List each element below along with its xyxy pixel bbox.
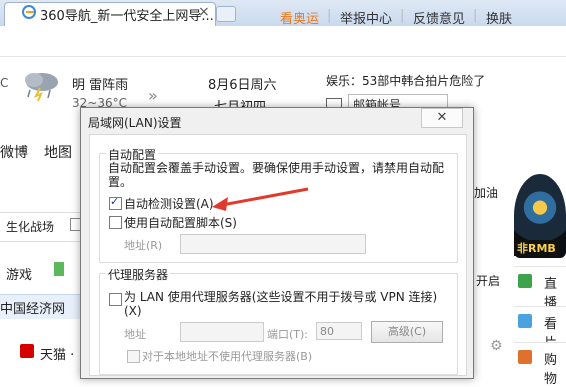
link-change-skin[interactable]: 换肤 [486,8,512,27]
live-icon [518,274,532,288]
nav-link-jiayou[interactable]: 加油 [474,184,498,201]
port-input: 80 [316,322,362,340]
use-proxy-label[interactable]: 为 LAN 使用代理服务器(这些设置不用于拨号或 VPN 连接)(X) [124,290,449,318]
annotation-arrow-icon [212,187,309,211]
auto-script-checkbox[interactable] [109,216,122,229]
date-text: 8月6日周六 [208,78,277,93]
side-item-label: 购物 [544,353,558,387]
tab-title: 360导航_新一代安全上网导... [40,9,214,24]
site-link-tmall[interactable]: 天猫 · [40,344,74,363]
use-proxy-checkbox[interactable] [109,293,122,306]
proxy-address-label: 地址 [124,328,146,341]
nav-link-weibo[interactable]: 微博 [0,142,28,162]
thunderstorm-icon [25,73,58,102]
cart-icon [518,350,532,364]
close-button[interactable]: ✕ [421,108,463,128]
divider: | [327,8,332,23]
site-link-cn-econ[interactable]: 中国经济网 [0,298,65,317]
site-logo-icon [22,5,36,19]
weather-condition: 明 雷阵雨 [72,78,129,93]
gear-icon[interactable]: ⚙ [490,338,503,354]
script-address-label: 地址(R) [124,239,163,252]
dialog-title: 局域网(LAN)设置 [88,116,182,130]
news-headline-link[interactable]: 娱乐：53部中韩合拍片危险了 [326,72,485,89]
port-label: 端口(T): [267,328,309,341]
divider: | [473,8,478,23]
double-chevron-right-icon[interactable]: » [148,86,158,105]
bypass-local-label: 对于本地地址不使用代理服务器(B) [142,350,313,363]
temperature-unit: C [0,76,9,90]
divider: | [400,8,405,23]
book-icon [54,262,64,276]
proxy-group-title: 代理服务器 [106,266,171,283]
link-feedback[interactable]: 反馈意见 [413,8,465,27]
game-badge-label: 非RMB [514,240,559,256]
auto-detect-checkbox[interactable] [109,195,122,210]
start-link[interactable]: 开启 [476,272,500,289]
top-links-bar [0,26,566,57]
advanced-button: 高级(C) [371,321,443,343]
new-tab-button[interactable] [216,6,236,22]
script-address-input [180,234,366,254]
video-icon [518,314,532,328]
game-category-label[interactable]: 游戏 [6,264,32,283]
tmall-icon [20,344,34,358]
link-report-center[interactable]: 举报中心 [340,8,392,27]
proxy-address-input [180,322,264,342]
game-link[interactable]: 生化战场 [6,218,54,235]
link-olympics[interactable]: 看奥运 [280,8,319,27]
bypass-local-checkbox [127,350,140,363]
auto-script-label[interactable]: 使用自动配置脚本(S) [124,214,237,231]
auto-detect-label[interactable]: 自动检测设置(A) [124,195,214,212]
nav-link-map[interactable]: 地图 [44,142,72,162]
tab-close-icon[interactable]: × [198,4,210,20]
